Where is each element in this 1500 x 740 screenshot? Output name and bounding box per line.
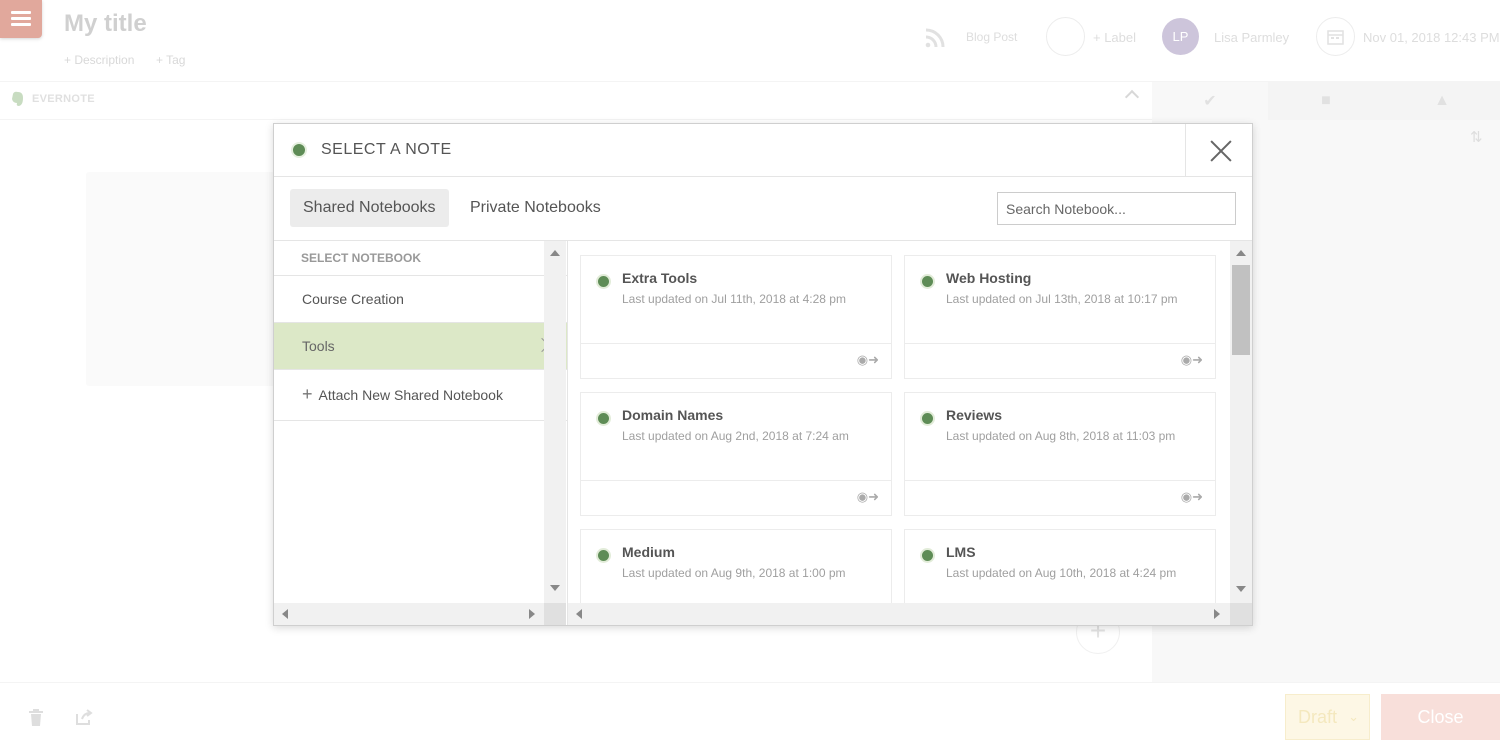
note-updated: Last updated on Aug 10th, 2018 at 4:24 p… xyxy=(946,566,1177,580)
notebook-item-label: Course Creation xyxy=(302,291,404,307)
notebook-item-tools[interactable]: Tools xyxy=(274,323,567,370)
note-title: Web Hosting xyxy=(946,270,1032,286)
scroll-down-icon[interactable] xyxy=(1236,586,1246,592)
note-title: Reviews xyxy=(946,407,1003,423)
note-updated: Last updated on Aug 2nd, 2018 at 7:24 am xyxy=(622,429,849,443)
note-updated: Last updated on Aug 9th, 2018 at 1:00 pm xyxy=(622,566,846,580)
note-card[interactable]: Reviews Last updated on Aug 8th, 2018 at … xyxy=(904,392,1216,516)
evernote-icon xyxy=(596,548,611,563)
scroll-down-icon[interactable] xyxy=(550,585,560,591)
notebook-list-vscroll[interactable] xyxy=(544,241,566,603)
note-updated: Last updated on Jul 13th, 2018 at 10:17 … xyxy=(946,292,1178,306)
note-updated: Last updated on Jul 11th, 2018 at 4:28 p… xyxy=(622,292,846,306)
notebook-item-label: Tools xyxy=(302,338,335,354)
search-notebook-input[interactable] xyxy=(997,192,1236,225)
scroll-left-icon[interactable] xyxy=(282,609,288,619)
note-title: Domain Names xyxy=(622,407,724,423)
scroll-left-icon[interactable] xyxy=(576,609,582,619)
attach-shared-notebook-button[interactable]: + Attach New Shared Notebook xyxy=(274,370,567,421)
evernote-icon xyxy=(920,411,935,426)
select-note-modal: SELECT A NOTE Shared Notebooks Private N… xyxy=(273,123,1253,626)
note-title: Medium xyxy=(622,544,675,560)
notebook-list: SELECT NOTEBOOK Course Creation Tools + A… xyxy=(274,241,568,625)
attach-label: Attach New Shared Notebook xyxy=(318,387,503,403)
notebook-item-course-creation[interactable]: Course Creation xyxy=(274,276,567,323)
modal-title: SELECT A NOTE xyxy=(321,141,452,158)
evernote-icon xyxy=(291,142,307,158)
modal-header: SELECT A NOTE xyxy=(274,124,1252,177)
note-updated: Last updated on Aug 8th, 2018 at 11:03 p… xyxy=(946,429,1176,443)
scroll-right-icon[interactable] xyxy=(529,609,535,619)
evernote-open-icon[interactable]: ◉➜ xyxy=(1181,489,1203,505)
evernote-icon xyxy=(920,274,935,289)
evernote-icon xyxy=(596,411,611,426)
note-title: LMS xyxy=(946,544,976,560)
modal-close-button[interactable] xyxy=(1185,124,1252,177)
evernote-open-icon[interactable]: ◉➜ xyxy=(857,489,879,505)
scroll-corner xyxy=(544,603,566,625)
evernote-open-icon[interactable]: ◉➜ xyxy=(1181,352,1203,368)
note-card[interactable]: Medium Last updated on Aug 9th, 2018 at 1… xyxy=(580,529,892,603)
scroll-up-icon[interactable] xyxy=(550,250,560,256)
note-card[interactable]: LMS Last updated on Aug 10th, 2018 at 4:2… xyxy=(904,529,1216,603)
evernote-open-icon[interactable]: ◉➜ xyxy=(857,352,879,368)
tab-private-notebooks[interactable]: Private Notebooks xyxy=(457,189,614,227)
note-title: Extra Tools xyxy=(622,270,698,286)
notes-hscroll[interactable] xyxy=(568,603,1230,625)
notebook-tabs: Shared Notebooks Private Notebooks xyxy=(274,178,1252,241)
evernote-icon xyxy=(596,274,611,289)
notebook-list-hscroll[interactable] xyxy=(274,603,544,625)
scroll-up-icon[interactable] xyxy=(1236,250,1246,256)
plus-icon: + xyxy=(302,384,313,404)
notebook-list-heading: SELECT NOTEBOOK xyxy=(274,241,567,276)
scroll-right-icon[interactable] xyxy=(1214,609,1220,619)
notes-grid: Extra Tools Last updated on Jul 11th, 201… xyxy=(568,241,1230,603)
notes-vscroll[interactable] xyxy=(1230,241,1252,603)
note-card[interactable]: Domain Names Last updated on Aug 2nd, 201… xyxy=(580,392,892,516)
tab-shared-notebooks[interactable]: Shared Notebooks xyxy=(290,189,449,227)
note-card[interactable]: Extra Tools Last updated on Jul 11th, 201… xyxy=(580,255,892,379)
evernote-icon xyxy=(920,548,935,563)
scroll-thumb[interactable] xyxy=(1232,265,1250,355)
scroll-corner xyxy=(1230,603,1252,625)
note-card[interactable]: Web Hosting Last updated on Jul 13th, 201… xyxy=(904,255,1216,379)
